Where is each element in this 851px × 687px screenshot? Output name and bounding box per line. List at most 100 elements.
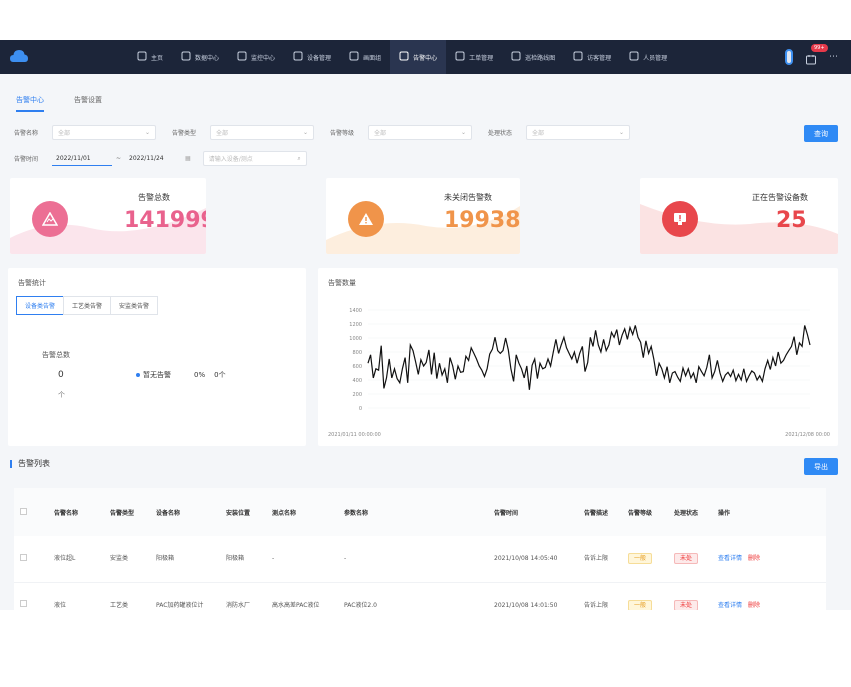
order-icon	[455, 51, 465, 63]
alarm-level-select[interactable]: 全部 ⌄	[368, 125, 472, 140]
warning-icon	[32, 201, 68, 237]
view-details-link[interactable]: 查看详情	[718, 555, 742, 562]
segment-safety[interactable]: 安监类告警	[110, 296, 159, 315]
top-navbar: 主页 数据中心 监控中心 设备管理 画面组 告警中心 工单管理 巡检路线图 访客管理 人员管理 9…	[0, 40, 851, 74]
column-header: 测点名称	[266, 488, 338, 536]
nav-item-7[interactable]: 巡检路线图	[502, 40, 564, 74]
table-row: 液位 工艺类 PAC加药罐液位计 消防水厂 高水高差PAC液位 PAC液位2.0…	[14, 582, 826, 610]
nav-item-0[interactable]: 主页	[128, 40, 172, 74]
cell-point: 高水高差PAC液位	[266, 582, 338, 610]
shield-icon	[237, 51, 247, 63]
delete-link[interactable]: 删除	[748, 555, 760, 562]
nav-item-6[interactable]: 工单管理	[446, 40, 502, 74]
tab-alarm-settings[interactable]: 告警设置	[74, 95, 102, 112]
legend-row: 暂无告警 0% 0个	[136, 370, 226, 380]
cell-name: 液位超L	[48, 536, 104, 583]
select-all-checkbox[interactable]	[20, 507, 27, 515]
alarm-stats-panel: 告警统计 设备类告警 工艺类告警 安监类告警 告警总数 0 个 暂无告警 0% …	[8, 268, 306, 446]
alarm-table: 告警名称 告警类型 设备名称 安装位置 测点名称 参数名称 告警时间 告警描述 …	[14, 488, 826, 610]
calendar-icon[interactable]: ▦	[185, 155, 191, 162]
stat-label: 未关闭告警数	[444, 193, 492, 202]
chevron-down-icon: ⌄	[618, 129, 624, 136]
theme-toggle[interactable]	[785, 49, 793, 65]
logo-icon	[10, 50, 28, 62]
search-input[interactable]: 请输入设备/测点 ⌕	[202, 151, 307, 166]
cell-param: -	[338, 536, 488, 583]
column-header: 参数名称	[338, 488, 488, 536]
level-badge: 一般	[628, 553, 653, 565]
y-tick-label: 1200	[349, 322, 362, 328]
cell-location: 阳极箱	[220, 536, 266, 583]
column-header: 告警名称	[48, 488, 104, 536]
total-value: 0	[58, 370, 64, 380]
stat-label: 告警总数	[138, 193, 170, 202]
more-icon[interactable]: ⋯	[829, 52, 839, 62]
column-header: 操作	[712, 488, 826, 536]
app-window: 主页 数据中心 监控中心 设备管理 画面组 告警中心 工单管理 巡检路线图 访客管理 人员管理 9…	[0, 40, 851, 610]
y-tick-label: 200	[352, 392, 362, 398]
category-segments: 设备类告警 工艺类告警 安监类告警	[16, 296, 159, 315]
filter-label: 告警类型	[172, 130, 197, 137]
notification-badge: 99+	[811, 44, 828, 52]
nav-label: 监控中心	[251, 54, 276, 62]
date-start-input[interactable]: 2022/11/01	[52, 151, 112, 166]
segment-process[interactable]: 工艺类告警	[63, 296, 112, 315]
nav-item-2[interactable]: 监控中心	[228, 40, 284, 74]
date-separator: ~	[116, 155, 122, 162]
status-badge: 未处	[674, 553, 699, 565]
nav-item-1[interactable]: 数据中心	[172, 40, 228, 74]
legend-label: 暂无告警	[143, 371, 171, 379]
cell-param: PAC液位2.0	[338, 582, 488, 610]
nav-label: 工单管理	[469, 54, 494, 62]
alarm-icon	[399, 51, 409, 63]
select-value: 全部	[532, 130, 545, 137]
list-icon	[293, 51, 303, 63]
date-end-input[interactable]: 2022/11/24	[125, 151, 185, 166]
filter-row-2: 告警时间 2022/11/01 ~ 2022/11/24 ▦ 请输入设备/测点 ⌕	[14, 151, 307, 166]
nav-item-9[interactable]: 人员管理	[620, 40, 676, 74]
view-details-link[interactable]: 查看详情	[718, 602, 742, 609]
alarm-name-select[interactable]: 全部 ⌄	[52, 125, 156, 140]
chevron-down-icon: ⌄	[302, 129, 308, 136]
stat-card-total: 告警总数 141999	[10, 178, 206, 254]
y-tick-label: 600	[352, 364, 362, 370]
nav-label: 巡检路线图	[525, 54, 556, 62]
nav-label: 画面组	[363, 54, 382, 62]
notification-icon[interactable]: 99+	[805, 44, 828, 65]
nav-item-5[interactable]: 告警中心	[390, 40, 447, 74]
visitor-icon	[573, 51, 583, 63]
query-button[interactable]: 查询	[804, 125, 838, 142]
cell-device: PAC加药罐液位计	[150, 582, 220, 610]
filter-label: 告警名称	[14, 130, 39, 137]
select-value: 全部	[216, 130, 229, 137]
nav-item-4[interactable]: 画面组	[340, 40, 390, 74]
row-checkbox[interactable]	[20, 600, 27, 607]
row-checkbox[interactable]	[20, 553, 27, 561]
segment-device[interactable]: 设备类告警	[16, 296, 65, 315]
y-tick-label: 800	[352, 350, 362, 356]
nav-label: 主页	[151, 54, 164, 62]
status-select[interactable]: 全部 ⌄	[526, 125, 630, 140]
y-tick-label: 1000	[349, 336, 362, 342]
x-start-label: 2021/01/11 00:00:00	[328, 432, 381, 438]
nav-label: 访客管理	[587, 54, 612, 62]
alarm-list-header: 告警列表	[10, 458, 50, 469]
nav-item-8[interactable]: 访客管理	[564, 40, 620, 74]
alarm-type-select[interactable]: 全部 ⌄	[210, 125, 314, 140]
cell-desc: 告诉上限	[578, 536, 622, 583]
alarm-trend-chart: 1400 1200 1000 800 600 400 200 0 2021/01/11 00:0…	[328, 308, 830, 438]
export-button[interactable]: 导出	[804, 458, 838, 475]
nav-label: 人员管理	[643, 54, 668, 62]
cell-device: 阳极箱	[150, 536, 220, 583]
nav-label: 数据中心	[195, 54, 220, 62]
home-icon	[137, 51, 147, 63]
delete-link[interactable]: 删除	[748, 602, 760, 609]
cell-time: 2021/10/08 14:01:50	[488, 582, 578, 610]
tab-alarm-center[interactable]: 告警中心	[16, 95, 44, 112]
cell-location: 消防水厂	[220, 582, 266, 610]
filter-label: 处理状态	[488, 130, 513, 137]
search-placeholder: 请输入设备/测点	[208, 156, 253, 163]
column-header: 告警描述	[578, 488, 622, 536]
nav-item-3[interactable]: 设备管理	[284, 40, 340, 74]
cell-name: 液位	[48, 582, 104, 610]
